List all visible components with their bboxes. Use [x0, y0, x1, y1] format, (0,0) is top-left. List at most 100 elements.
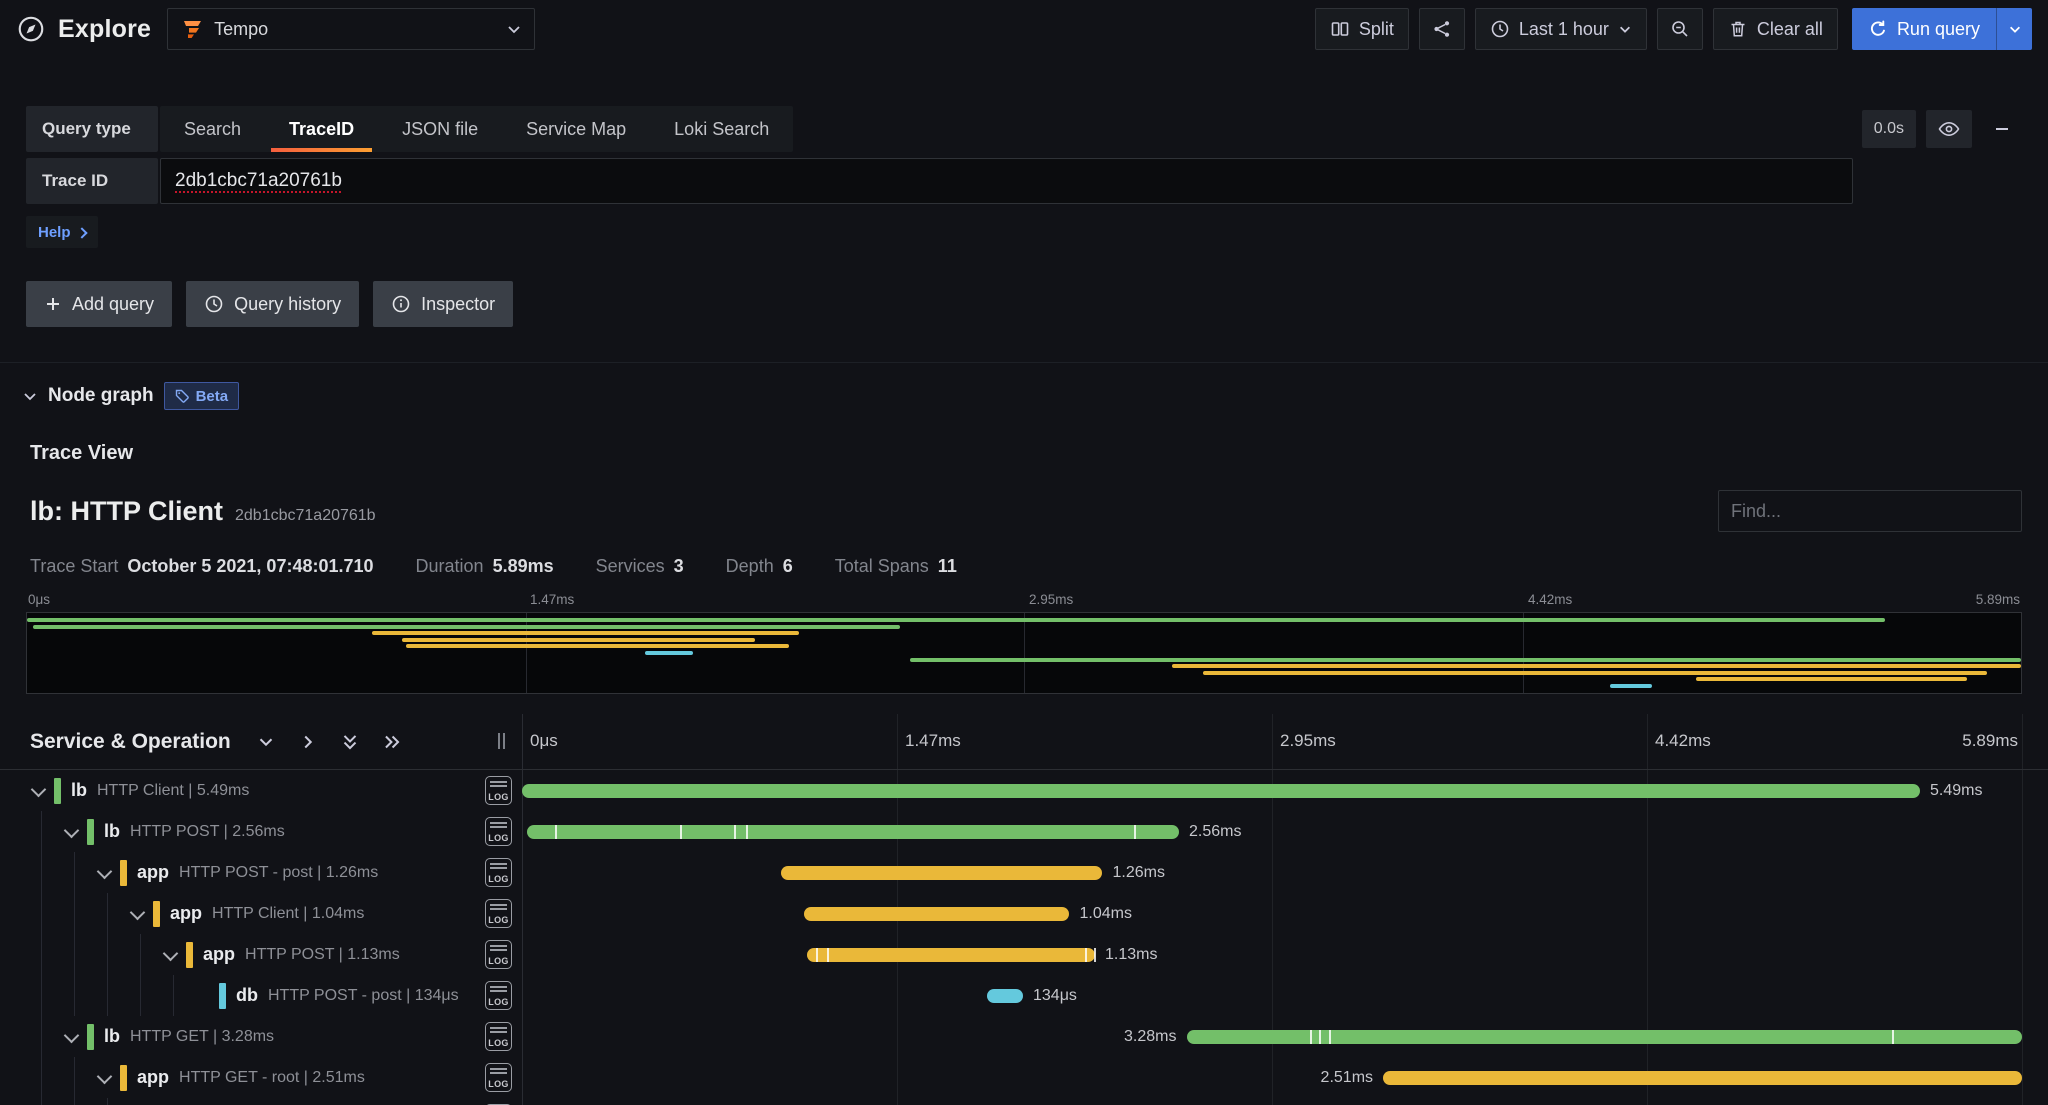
- row-name-cell[interactable]: lb HTTP POST | 2.56ms LOG: [0, 811, 522, 852]
- log-icon[interactable]: LOG: [485, 1063, 512, 1092]
- indent-guide: [92, 975, 125, 1016]
- node-graph-section-header[interactable]: Node graph Beta: [22, 382, 240, 410]
- tab-loki-search[interactable]: Loki Search: [650, 106, 793, 152]
- double-chevron-right-icon[interactable]: [381, 731, 403, 753]
- indent-guide: [26, 1057, 59, 1098]
- log-icon[interactable]: LOG: [485, 899, 512, 928]
- run-query-main[interactable]: Run query: [1852, 19, 1996, 40]
- timeline-tick: 0μs: [530, 731, 558, 750]
- tempo-logo-icon: [180, 17, 204, 41]
- log-icon[interactable]: LOG: [485, 776, 512, 805]
- span-bar[interactable]: [781, 865, 1103, 880]
- chevron-right-icon[interactable]: [297, 731, 319, 753]
- trace-row[interactable]: lb HTTP POST | 2.56ms LOG 2.56ms: [0, 811, 2048, 852]
- chevron-down-icon[interactable]: [255, 731, 277, 753]
- beta-label: Beta: [195, 387, 229, 405]
- span-duration-label: 5.49ms: [1930, 781, 1983, 799]
- column-resizer-handle[interactable]: [498, 733, 505, 749]
- row-name-cell[interactable]: db HTTP POST - post | 134μs LOG: [0, 975, 522, 1016]
- collapse-chevron-icon[interactable]: [59, 1024, 85, 1050]
- row-name-cell[interactable]: LOG: [0, 1098, 522, 1105]
- run-query-button[interactable]: Run query: [1851, 8, 2032, 50]
- query-history-button[interactable]: Query history: [186, 281, 360, 327]
- row-timeline-cell[interactable]: 1.13ms: [522, 934, 2022, 975]
- meta-label: Total Spans: [834, 556, 929, 576]
- double-chevron-down-icon[interactable]: [339, 731, 361, 753]
- log-icon[interactable]: LOG: [485, 817, 512, 846]
- tab-service-map[interactable]: Service Map: [502, 106, 650, 152]
- row-name-cell[interactable]: lb HTTP GET | 3.28ms LOG: [0, 1016, 522, 1057]
- zoom-out-button[interactable]: [1656, 8, 1703, 50]
- log-marker-tick: [826, 947, 829, 962]
- find-input[interactable]: [1718, 490, 2022, 532]
- span-bar[interactable]: [1186, 1029, 2022, 1044]
- span-bar[interactable]: [803, 906, 1070, 921]
- log-icon[interactable]: LOG: [485, 1022, 512, 1051]
- collapse-chevron-icon[interactable]: [92, 1065, 118, 1091]
- row-name-cell[interactable]: app HTTP GET - root | 2.51ms LOG: [0, 1057, 522, 1098]
- trace-row[interactable]: app HTTP GET - root | 2.51ms LOG 2.51ms: [0, 1057, 2048, 1098]
- elapsed-time-badge: 0.0s: [1861, 110, 1916, 148]
- row-name-cell[interactable]: app HTTP Client | 1.04ms LOG: [0, 893, 522, 934]
- meta-value: 6: [782, 556, 793, 576]
- trace-row[interactable]: LOG: [0, 1098, 2048, 1105]
- time-range-picker[interactable]: Last 1 hour: [1474, 8, 1647, 50]
- indent-guide: [26, 1016, 59, 1057]
- log-icon[interactable]: LOG: [485, 858, 512, 887]
- minimap-span: [27, 618, 1886, 622]
- hide-query-button[interactable]: [1926, 110, 1972, 148]
- row-name-cell[interactable]: app HTTP POST - post | 1.26ms LOG: [0, 852, 522, 893]
- trace-row[interactable]: app HTTP POST - post | 1.26ms LOG 1.26ms: [0, 852, 2048, 893]
- collapse-chevron-icon[interactable]: [125, 901, 151, 927]
- row-timeline-cell[interactable]: 2.51ms: [522, 1057, 2022, 1098]
- meta-value: 5.89ms: [492, 556, 554, 576]
- trash-icon: [1728, 19, 1748, 39]
- log-marker-tick: [1084, 947, 1087, 962]
- trace-id-input[interactable]: 2db1cbc71a20761b: [160, 158, 1853, 204]
- row-name-cell[interactable]: app HTTP POST | 1.13ms LOG: [0, 934, 522, 975]
- inspector-button[interactable]: Inspector: [373, 281, 514, 327]
- collapse-chevron-icon[interactable]: [158, 942, 184, 968]
- remove-query-button[interactable]: [1982, 110, 2022, 148]
- span-bar[interactable]: [1383, 1070, 2022, 1085]
- trace-row[interactable]: lb HTTP Client | 5.49ms LOG 5.49ms: [0, 770, 2048, 811]
- run-query-caret[interactable]: [1996, 8, 2032, 50]
- tab-json-file[interactable]: JSON file: [378, 106, 502, 152]
- minimap-tick: 4.42ms: [1528, 592, 1573, 607]
- add-query-button[interactable]: Add query: [26, 281, 173, 327]
- trace-row[interactable]: app HTTP POST | 1.13ms LOG 1.13ms: [0, 934, 2048, 975]
- query-history-label: Query history: [234, 293, 342, 314]
- span-bar[interactable]: [807, 947, 1096, 962]
- share-button[interactable]: [1418, 8, 1465, 50]
- row-name-cell[interactable]: lb HTTP Client | 5.49ms LOG: [0, 770, 522, 811]
- row-timeline-cell[interactable]: 1.26ms: [522, 852, 2022, 893]
- row-timeline-cell[interactable]: 2.56ms: [522, 811, 2022, 852]
- row-timeline-cell[interactable]: [522, 1098, 2022, 1105]
- row-timeline-cell[interactable]: 134μs: [522, 975, 2022, 1016]
- datasource-picker[interactable]: Tempo: [167, 8, 536, 50]
- span-bar[interactable]: [526, 824, 1179, 839]
- trace-row[interactable]: lb HTTP GET | 3.28ms LOG 3.28ms: [0, 1016, 2048, 1057]
- collapse-chevron-icon[interactable]: [26, 778, 52, 804]
- collapse-chevron-icon[interactable]: [59, 819, 85, 845]
- row-timeline-cell[interactable]: 3.28ms: [522, 1016, 2022, 1057]
- span-bar[interactable]: [522, 783, 1920, 798]
- tab-traceid[interactable]: TraceID: [265, 106, 378, 152]
- split-button[interactable]: Split: [1314, 8, 1409, 50]
- trace-row[interactable]: app HTTP Client | 1.04ms LOG 1.04ms: [0, 893, 2048, 934]
- clear-all-button[interactable]: Clear all: [1712, 8, 1838, 50]
- time-range-label: Last 1 hour: [1518, 18, 1609, 39]
- collapse-chevron-icon[interactable]: [92, 860, 118, 886]
- timeline-tick: 2.95ms: [1280, 731, 1336, 750]
- tab-search[interactable]: Search: [160, 106, 265, 152]
- help-link[interactable]: Help: [26, 216, 98, 248]
- span-bar[interactable]: [987, 988, 1023, 1003]
- minimap-tick: 1.47ms: [530, 592, 575, 607]
- minimap-canvas[interactable]: [26, 612, 2022, 694]
- log-icon[interactable]: LOG: [485, 981, 512, 1010]
- trace-row[interactable]: db HTTP POST - post | 134μs LOG 134μs: [0, 975, 2048, 1016]
- meta-label: Services: [595, 556, 665, 576]
- row-timeline-cell[interactable]: 1.04ms: [522, 893, 2022, 934]
- row-timeline-cell[interactable]: 5.49ms: [522, 770, 2022, 811]
- log-icon[interactable]: LOG: [485, 940, 512, 969]
